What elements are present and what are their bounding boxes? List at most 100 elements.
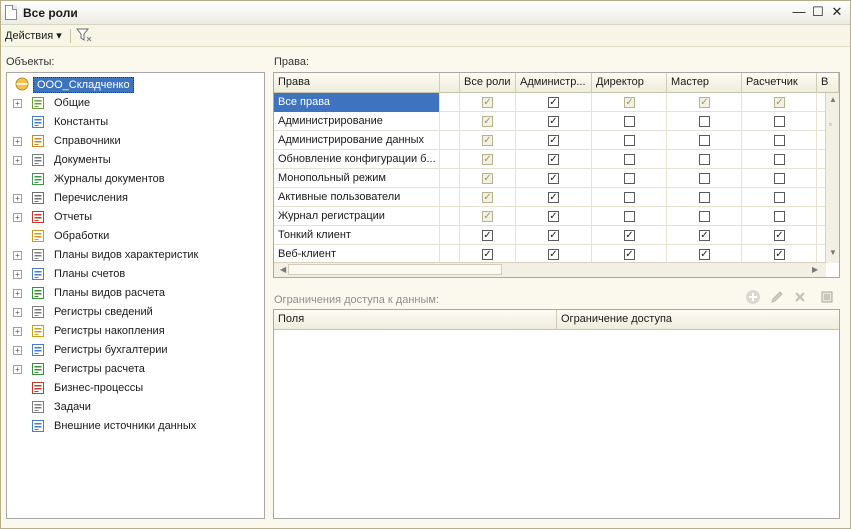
- right-checkbox[interactable]: ✓: [548, 211, 559, 222]
- expand-icon[interactable]: +: [13, 365, 22, 374]
- right-checkbox[interactable]: ✓: [548, 249, 559, 260]
- right-name-cell[interactable]: Тонкий клиент: [274, 226, 440, 245]
- expand-icon[interactable]: +: [13, 346, 22, 355]
- column-header-admin[interactable]: Администр...: [516, 73, 592, 93]
- maximize-button[interactable]: ☐: [810, 4, 826, 20]
- right-name-cell[interactable]: Все права: [274, 93, 440, 112]
- right-checkbox[interactable]: [699, 135, 710, 146]
- tree-item[interactable]: Задачи: [7, 398, 264, 417]
- rights-table[interactable]: Права Все роли Администр... Директор Мас…: [273, 72, 840, 278]
- tree-item[interactable]: + Общие: [7, 94, 264, 113]
- right-checkbox[interactable]: [699, 192, 710, 203]
- tree-item[interactable]: Внешние источники данных: [7, 417, 264, 436]
- right-checkbox[interactable]: ✓: [482, 230, 493, 241]
- right-name-cell[interactable]: Журнал регистрации: [274, 207, 440, 226]
- right-checkbox[interactable]: [624, 211, 635, 222]
- expand-icon[interactable]: +: [13, 308, 22, 317]
- filter-icon[interactable]: [76, 27, 92, 43]
- right-checkbox[interactable]: ✓: [548, 192, 559, 203]
- tree-item[interactable]: + Регистры бухгалтерии: [7, 341, 264, 360]
- column-header-rights[interactable]: Права: [274, 73, 440, 93]
- column-header-all-roles[interactable]: Все роли: [460, 73, 516, 93]
- right-checkbox[interactable]: ✓: [548, 154, 559, 165]
- vertical-scrollbar[interactable]: ▲ ▫ ▼: [825, 93, 839, 263]
- tree-item[interactable]: + Регистры сведений: [7, 303, 264, 322]
- right-checkbox[interactable]: [774, 192, 785, 203]
- column-header-access-restriction[interactable]: Ограничение доступа: [557, 310, 839, 330]
- expand-icon[interactable]: +: [13, 213, 22, 222]
- tree-item[interactable]: + Регистры накопления: [7, 322, 264, 341]
- expand-icon[interactable]: +: [13, 251, 22, 260]
- column-header-director[interactable]: Директор: [592, 73, 667, 93]
- right-checkbox[interactable]: ✓: [699, 230, 710, 241]
- right-checkbox[interactable]: [699, 116, 710, 127]
- tree-item[interactable]: + Планы видов расчета: [7, 284, 264, 303]
- table-row[interactable]: Администрирование ✓ ✓: [274, 112, 826, 131]
- right-name-cell[interactable]: Администрирование: [274, 112, 440, 131]
- horizontal-scrollbar[interactable]: ◀ ▶: [274, 262, 826, 277]
- objects-tree[interactable]: ООО_Складченко + Общие Константы + Справочни…: [6, 72, 265, 519]
- right-checkbox[interactable]: ✓: [548, 116, 559, 127]
- scroll-thumb-grip-icon[interactable]: ▫: [829, 120, 832, 129]
- right-checkbox[interactable]: [774, 154, 785, 165]
- expand-icon[interactable]: +: [13, 194, 22, 203]
- restrictions-table[interactable]: Поля Ограничение доступа: [273, 309, 840, 519]
- tree-item[interactable]: Журналы документов: [7, 170, 264, 189]
- delete-icon[interactable]: [792, 289, 808, 305]
- right-checkbox[interactable]: ✓: [699, 249, 710, 260]
- column-header-calculator[interactable]: Расчетчик: [742, 73, 817, 93]
- right-name-cell[interactable]: Администрирование данных: [274, 131, 440, 150]
- right-checkbox[interactable]: ✓: [548, 173, 559, 184]
- right-checkbox[interactable]: ✓: [624, 249, 635, 260]
- right-checkbox[interactable]: ✓: [548, 97, 559, 108]
- tree-item[interactable]: + Регистры расчета: [7, 360, 264, 379]
- table-row[interactable]: Обновление конфигурации б... ✓ ✓: [274, 150, 826, 169]
- close-button[interactable]: ✕: [829, 4, 845, 20]
- add-icon[interactable]: [745, 289, 761, 305]
- right-checkbox[interactable]: [774, 135, 785, 146]
- settings-icon[interactable]: [819, 289, 835, 305]
- expand-icon[interactable]: +: [13, 289, 22, 298]
- right-checkbox[interactable]: [774, 116, 785, 127]
- right-checkbox[interactable]: [699, 154, 710, 165]
- tree-item[interactable]: + Планы счетов: [7, 265, 264, 284]
- right-checkbox[interactable]: ✓: [624, 230, 635, 241]
- expand-icon[interactable]: +: [13, 137, 22, 146]
- right-checkbox[interactable]: ✓: [548, 135, 559, 146]
- right-checkbox[interactable]: ✓: [482, 249, 493, 260]
- table-row[interactable]: Журнал регистрации ✓ ✓: [274, 207, 826, 226]
- right-checkbox[interactable]: [699, 173, 710, 184]
- edit-icon[interactable]: [769, 289, 785, 305]
- right-checkbox[interactable]: ✓: [548, 230, 559, 241]
- right-checkbox[interactable]: ✓: [774, 249, 785, 260]
- table-row[interactable]: Тонкий клиент ✓ ✓ ✓ ✓ ✓: [274, 226, 826, 245]
- tree-item[interactable]: Обработки: [7, 227, 264, 246]
- expand-icon[interactable]: +: [13, 156, 22, 165]
- right-checkbox[interactable]: [624, 135, 635, 146]
- right-checkbox[interactable]: [774, 173, 785, 184]
- tree-item[interactable]: + Документы: [7, 151, 264, 170]
- scroll-right-arrow-icon[interactable]: ▶: [812, 265, 818, 274]
- scroll-down-arrow-icon[interactable]: ▼: [829, 248, 837, 257]
- right-checkbox[interactable]: ✓: [774, 230, 785, 241]
- table-row[interactable]: Все права ✓ ✓ ✓ ✓ ✓: [274, 93, 826, 112]
- tree-item[interactable]: Бизнес-процессы: [7, 379, 264, 398]
- table-row[interactable]: Монопольный режим ✓ ✓: [274, 169, 826, 188]
- minimize-button[interactable]: —: [791, 4, 807, 20]
- expand-icon[interactable]: +: [13, 270, 22, 279]
- column-header-next[interactable]: В: [817, 73, 839, 93]
- column-header-master[interactable]: Мастер: [667, 73, 742, 93]
- table-row[interactable]: Активные пользователи ✓ ✓: [274, 188, 826, 207]
- table-row[interactable]: Администрирование данных ✓ ✓: [274, 131, 826, 150]
- right-name-cell[interactable]: Монопольный режим: [274, 169, 440, 188]
- right-name-cell[interactable]: Обновление конфигурации б...: [274, 150, 440, 169]
- scroll-left-arrow-icon[interactable]: ◀: [280, 265, 286, 274]
- horizontal-scroll-thumb[interactable]: [288, 264, 502, 275]
- actions-menu-button[interactable]: Действия ▾: [5, 29, 62, 42]
- tree-item[interactable]: + Справочники: [7, 132, 264, 151]
- right-checkbox[interactable]: [624, 192, 635, 203]
- tree-item[interactable]: + Перечисления: [7, 189, 264, 208]
- column-header-fields[interactable]: Поля: [274, 310, 557, 330]
- scroll-up-arrow-icon[interactable]: ▲: [829, 95, 837, 104]
- tree-item[interactable]: + Планы видов характеристик: [7, 246, 264, 265]
